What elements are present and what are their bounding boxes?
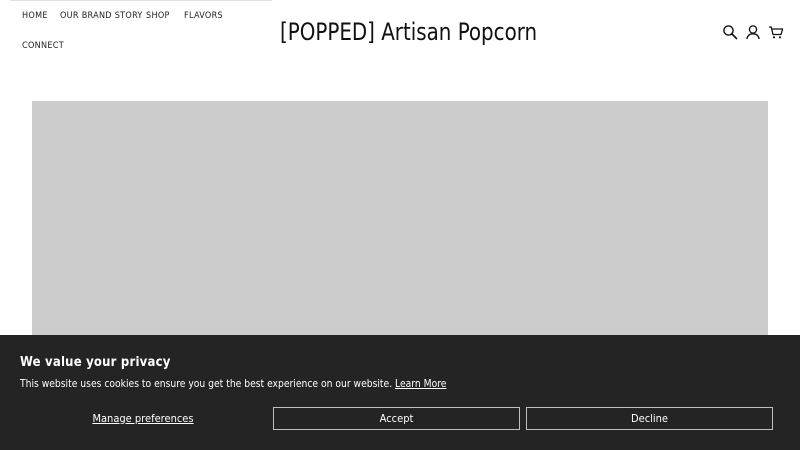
accept-button[interactable]: Accept (273, 407, 520, 430)
nav-item-our-brand-story[interactable]: OUR BRAND STORY (60, 10, 143, 22)
cookie-message-text: This website uses cookies to ensure you … (20, 377, 396, 390)
nav-divider (10, 0, 272, 1)
decline-button[interactable]: Decline (526, 407, 773, 430)
nav-item-shop[interactable]: SHOP (146, 10, 170, 22)
account-icon[interactable] (745, 24, 761, 40)
manage-preferences-button[interactable]: Manage preferences (20, 407, 266, 430)
hero-image-placeholder (32, 101, 768, 351)
cookie-consent-banner: We value your privacy This website uses … (0, 335, 800, 450)
search-icon[interactable] (722, 24, 738, 40)
header-icons (722, 24, 784, 40)
site-logo[interactable]: [POPPED] Artisan Popcorn (280, 14, 537, 50)
cart-icon[interactable] (768, 24, 784, 40)
site-header: HOME OUR BRAND STORY SHOP FLAVORS CONNEC… (0, 0, 800, 70)
nav-item-home[interactable]: HOME (22, 10, 48, 22)
nav-item-connect[interactable]: CONNECT (22, 40, 64, 52)
learn-more-link[interactable]: Learn More (395, 377, 446, 390)
cookie-message: This website uses cookies to ensure you … (20, 377, 446, 390)
nav-item-flavors[interactable]: FLAVORS (184, 10, 223, 22)
cookie-title: We value your privacy (20, 355, 171, 370)
